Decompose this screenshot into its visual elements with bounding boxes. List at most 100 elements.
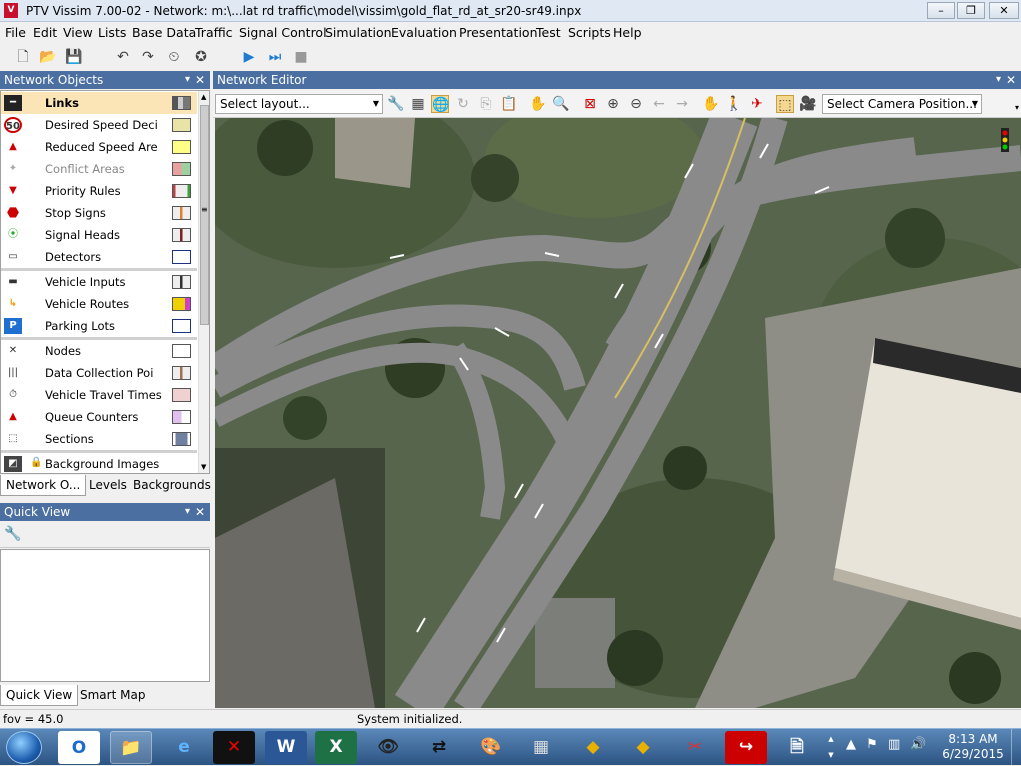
color-swatch[interactable] (172, 410, 191, 424)
pin-icon[interactable]: ▾ (185, 503, 190, 521)
color-swatch[interactable] (172, 344, 191, 358)
show-hidden-icons-icon[interactable]: ▲ (846, 737, 856, 752)
scroll-up-icon[interactable]: ▲ (201, 93, 206, 101)
list-item-priority-rules[interactable]: ▼ Priority Rules (1, 180, 197, 202)
3d-cube-icon[interactable]: ⬚ (776, 95, 794, 113)
flag-icon[interactable]: ⚑ (866, 737, 878, 752)
list-item-queue-counters[interactable]: ▲ Queue Counters (1, 406, 197, 428)
document-icon[interactable]: 🗎 (776, 731, 818, 764)
list-item-stop-signs[interactable]: ⬣ Stop Signs (1, 202, 197, 224)
color-swatch[interactable] (172, 319, 191, 333)
color-swatch[interactable] (172, 388, 191, 402)
zoom-in-icon[interactable]: ⊕ (604, 95, 622, 113)
color-swatch[interactable] (172, 432, 191, 446)
minimize-button[interactable]: – (927, 2, 955, 19)
sync-arrows-icon[interactable]: ⇄ (418, 731, 460, 764)
menu-file[interactable]: File (5, 25, 26, 40)
pdf-icon[interactable]: ↪ (725, 731, 767, 764)
traffic-app2-icon[interactable]: ◆ (622, 731, 664, 764)
save-icon[interactable]: 💾 (65, 48, 83, 66)
menu-test[interactable]: Test (536, 25, 561, 40)
show-desktop-button[interactable] (1011, 729, 1021, 766)
hand-icon[interactable]: ✋ (702, 95, 720, 113)
globe-icon[interactable]: 🌐 (431, 95, 449, 113)
run-icon[interactable]: ▶ (240, 48, 258, 66)
zoom-find-icon[interactable]: 🔍 (552, 95, 570, 113)
menu-help[interactable]: Help (613, 25, 642, 40)
calculator-icon[interactable]: ▦ (520, 731, 562, 764)
menu-base-data[interactable]: Base Data (132, 25, 196, 40)
pin-icon[interactable]: ▾ (185, 71, 190, 89)
list-item-parking-lots[interactable]: P Parking Lots (1, 315, 197, 337)
list-item-vehicle-inputs[interactable]: ▬ Vehicle Inputs (1, 271, 197, 293)
list-item-conflict-areas[interactable]: ✦ Conflict Areas (1, 158, 197, 180)
list-item-travel-times[interactable]: ⏱ Vehicle Travel Times (1, 384, 197, 406)
color-swatch[interactable] (172, 228, 191, 242)
forward-icon[interactable]: → (673, 95, 691, 113)
wrench-icon[interactable]: 🔧 (387, 95, 405, 113)
menu-view[interactable]: View (63, 25, 93, 40)
list-item-nodes[interactable]: ✕ Nodes (1, 340, 197, 362)
x-app-icon[interactable]: ✕ (213, 731, 255, 764)
zoom-out-icon[interactable]: ⊖ (627, 95, 645, 113)
new-file-icon[interactable]: 🗋 (14, 48, 32, 66)
camera-position-select[interactable]: Select Camera Position... ▼ (822, 94, 982, 114)
ie-icon[interactable]: e (163, 731, 205, 764)
scroll-down-icon[interactable]: ▼ (201, 463, 206, 471)
color-swatch[interactable] (172, 140, 191, 154)
color-swatch[interactable] (172, 250, 191, 264)
menu-signal-control[interactable]: Signal Control (239, 25, 327, 40)
explorer-icon[interactable]: 📁 (110, 731, 152, 764)
tab-levels[interactable]: Levels (84, 475, 132, 496)
step-icon[interactable]: ⏭ (266, 48, 284, 66)
paint-icon[interactable]: 🎨 (470, 731, 512, 764)
taskbar-scroll[interactable]: ▲ ▼ (826, 731, 836, 764)
wrench-icon[interactable]: 🔧 (4, 526, 21, 542)
color-swatch[interactable] (172, 366, 191, 380)
tab-backgrounds[interactable]: Backgrounds (128, 475, 216, 496)
list-item-reduced-speed[interactable]: ▲ Reduced Speed Are (1, 136, 197, 158)
close-icon[interactable]: ✕ (195, 503, 205, 521)
network-icon[interactable]: ▥ (888, 737, 900, 752)
maximize-button[interactable]: ❐ (957, 2, 985, 19)
start-orb[interactable] (6, 731, 42, 764)
vissim-viewer-icon[interactable]: 👁 (367, 731, 409, 764)
pedestrian-icon[interactable]: 🚶 (725, 95, 743, 113)
list-item-data-collection[interactable]: ||| Data Collection Poi (1, 362, 197, 384)
star-icon[interactable]: ✪ (192, 48, 210, 66)
menu-simulation[interactable]: Simulation (325, 25, 392, 40)
paste-icon[interactable]: 📋 (500, 95, 518, 113)
tab-network-objects[interactable]: Network O... (0, 475, 87, 496)
color-swatch[interactable] (172, 297, 191, 311)
clock[interactable]: 8:13 AM 6/29/2015 (938, 732, 1008, 762)
word-icon[interactable]: W (265, 731, 307, 764)
network-map-view[interactable] (215, 118, 1021, 708)
vissim-icon[interactable]: V (4, 3, 18, 18)
open-folder-icon[interactable]: 📂 (39, 48, 57, 66)
scroll-thumb[interactable] (200, 105, 209, 325)
close-icon[interactable]: ✕ (195, 71, 205, 89)
undo-icon[interactable]: ↶ (114, 48, 132, 66)
overflow-icon[interactable]: ▾ (1015, 103, 1019, 112)
tab-smart-map[interactable]: Smart Map (75, 685, 150, 706)
list-item-signal-heads[interactable]: ⦿ Signal Heads (1, 224, 197, 246)
pin-icon[interactable]: ▾ (996, 71, 1001, 89)
color-swatch[interactable] (172, 275, 191, 289)
tab-quick-view[interactable]: Quick View (0, 685, 79, 706)
back-icon[interactable]: ← (650, 95, 668, 113)
no-plane-icon[interactable]: ✈ (748, 95, 766, 113)
color-swatch[interactable] (172, 96, 191, 110)
grid-icon[interactable]: ▦ (409, 95, 427, 113)
traffic-app-icon[interactable]: ◆ (572, 731, 614, 764)
list-item-detectors[interactable]: ▭ Detectors (1, 246, 197, 268)
menu-evaluation[interactable]: Evaluation (391, 25, 457, 40)
snipping-icon[interactable]: ✂ (674, 731, 716, 764)
stop-icon[interactable]: ■ (292, 48, 310, 66)
list-item-links[interactable]: ━ Links (1, 92, 197, 114)
camera-icon[interactable]: 🎥 (799, 95, 817, 113)
volume-icon[interactable]: 🔊 (910, 737, 926, 752)
list-item-vehicle-routes[interactable]: ↳ Vehicle Routes (1, 293, 197, 315)
color-swatch[interactable] (172, 184, 191, 198)
color-swatch[interactable] (172, 206, 191, 220)
close-button[interactable]: ✕ (989, 2, 1019, 19)
